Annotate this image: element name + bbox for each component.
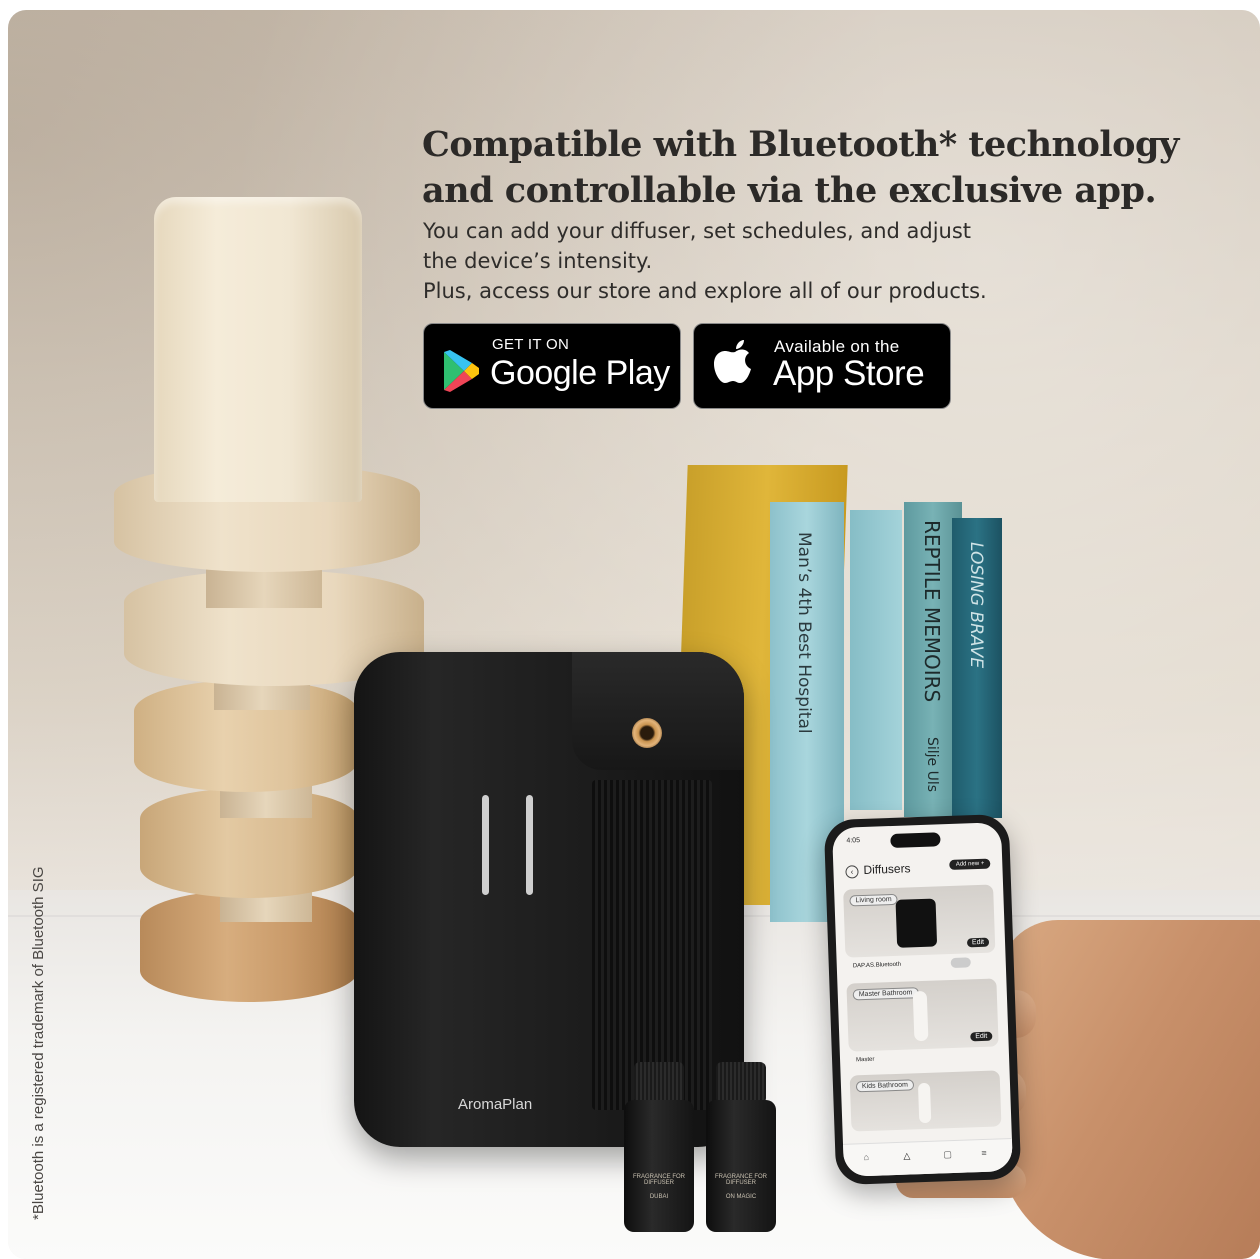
- description-line: You can add your diffuser, set schedules…: [423, 219, 972, 243]
- diffuser-brand: AromaPlan: [458, 1096, 533, 1113]
- book-blue: [850, 510, 902, 810]
- bottle-brand: FRAGRANCE FOR DIFFUSER: [632, 1174, 685, 1186]
- status-time: 4:05: [846, 837, 861, 845]
- device-thumbnail: [917, 1082, 932, 1124]
- add-new-button[interactable]: Add new +: [949, 858, 991, 870]
- room-chip: Kids Bathroom: [855, 1079, 915, 1093]
- room-chip: Living room: [849, 893, 898, 907]
- screen-title: Diffusers: [863, 861, 911, 877]
- diffuser-icon[interactable]: △: [903, 1151, 910, 1162]
- book-dark-teal: LOSING BRAVE: [952, 518, 1002, 818]
- description: You can add your diffuser, set schedules…: [423, 216, 1123, 306]
- back-icon[interactable]: ‹: [845, 865, 859, 879]
- headline: Compatible with Bluetooth* technology an…: [422, 122, 1222, 214]
- book-title: LOSING BRAVE: [966, 542, 986, 669]
- device-card[interactable]: Living room Edit: [843, 884, 996, 958]
- toggle-switch[interactable]: [950, 957, 971, 968]
- dynamic-island: [890, 832, 941, 849]
- pillar-candle: [154, 197, 362, 502]
- google-play-small-label: GET IT ON: [492, 336, 570, 353]
- headline-line: and controllable via the exclusive app.: [422, 170, 1157, 211]
- device-thumbnail: [912, 990, 929, 1042]
- intensity-indicator: [482, 795, 489, 895]
- app-store-button[interactable]: Available on the App Store: [693, 323, 951, 409]
- app-store-label: App Store: [773, 354, 925, 393]
- book-title: Man’s 4th Best Hospital: [794, 532, 814, 734]
- bottle-name: ON MAGIC: [725, 1194, 757, 1200]
- room-chip: Master Bathroom: [852, 987, 919, 1001]
- device-name: DAP.AS.Bluetooth: [852, 961, 902, 970]
- device-thumbnail: [895, 898, 938, 948]
- description-line: the device’s intensity.: [423, 249, 653, 273]
- bottle-cap: [634, 1062, 684, 1104]
- diffuser-top-cap: [572, 652, 744, 770]
- book-title: REPTILE MEMOIRS: [920, 520, 944, 703]
- smartphone: 4:05 ‹ Diffusers Add new + Living room E…: [823, 813, 1022, 1186]
- device-card[interactable]: Master Bathroom Edit: [846, 978, 999, 1052]
- trademark-note: *Bluetooth is a registered trademark of …: [30, 866, 47, 1220]
- phone-screen: 4:05 ‹ Diffusers Add new + Living room E…: [831, 822, 1014, 1177]
- tab-bar: ⌂ △ ▢ ≡: [842, 1137, 1014, 1177]
- product-banner: Man’s 4th Best Hospital REPTILE MEMOIRS …: [8, 10, 1260, 1259]
- bottle-name: DUBAI: [649, 1194, 669, 1200]
- edit-button[interactable]: Edit: [966, 937, 990, 948]
- edit-button[interactable]: Edit: [970, 1031, 993, 1042]
- bottle-body: [624, 1100, 694, 1232]
- bottle-brand: FRAGRANCE FOR DIFFUSER: [714, 1174, 767, 1186]
- bottle-cap: [716, 1062, 766, 1104]
- menu-icon[interactable]: ≡: [981, 1148, 987, 1158]
- hand: [998, 920, 1260, 1259]
- intensity-indicator: [526, 795, 533, 895]
- book-author: Silje Uls: [924, 737, 940, 793]
- diffuser-nozzle: [632, 718, 662, 748]
- fragrance-bottle: FRAGRANCE FOR DIFFUSER DUBAI: [624, 1062, 694, 1232]
- bottle-body: [706, 1100, 776, 1232]
- store-icon[interactable]: ▢: [943, 1149, 952, 1160]
- google-play-icon: [444, 350, 479, 392]
- device-card[interactable]: Kids Bathroom: [849, 1070, 1002, 1132]
- google-play-label: Google Play: [490, 354, 670, 392]
- google-play-button[interactable]: GET IT ON Google Play: [423, 323, 681, 409]
- description-line: Plus, access our store and explore all o…: [423, 279, 987, 303]
- home-icon[interactable]: ⌂: [863, 1152, 869, 1162]
- device-name: Master: [855, 1056, 875, 1064]
- headline-line: Compatible with Bluetooth* technology: [422, 124, 1179, 165]
- fragrance-bottle: FRAGRANCE FOR DIFFUSER ON MAGIC: [706, 1062, 776, 1232]
- apple-icon: [714, 340, 751, 383]
- diffuser-grille: [592, 780, 712, 1110]
